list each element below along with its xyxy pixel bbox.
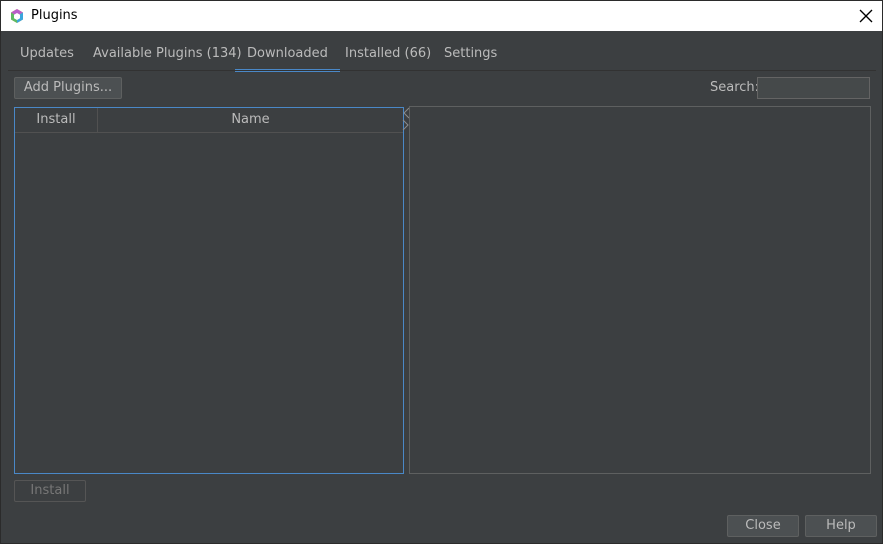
help-button[interactable]: Help [805, 515, 877, 537]
tab-available-plugins[interactable]: Available Plugins (134) [81, 40, 254, 69]
window-title: Plugins [31, 8, 78, 23]
tab-downloaded[interactable]: Downloaded [235, 40, 340, 72]
tab-updates[interactable]: Updates [8, 40, 86, 69]
tab-settings[interactable]: Settings [432, 40, 509, 69]
table-header: Install Name [15, 108, 403, 133]
table-body[interactable] [15, 133, 403, 473]
close-button[interactable]: Close [727, 515, 799, 537]
tab-installed[interactable]: Installed (66) [333, 40, 443, 69]
netbeans-cube-icon [11, 9, 23, 23]
search-label: Search: [710, 80, 760, 95]
title-bar: Plugins [1, 1, 882, 31]
column-header-name[interactable]: Name [98, 108, 403, 132]
column-header-install[interactable]: Install [15, 108, 98, 132]
close-icon[interactable] [856, 6, 876, 26]
add-plugins-button[interactable]: Add Plugins... [14, 77, 122, 99]
downloaded-plugins-table[interactable]: Install Name [14, 107, 404, 474]
plugin-details-panel [409, 106, 871, 474]
tab-divider [8, 70, 876, 71]
search-input[interactable] [757, 77, 870, 99]
plugins-dialog: Plugins Updates Available Plugins (134) … [0, 0, 883, 544]
install-button[interactable]: Install [14, 480, 86, 502]
